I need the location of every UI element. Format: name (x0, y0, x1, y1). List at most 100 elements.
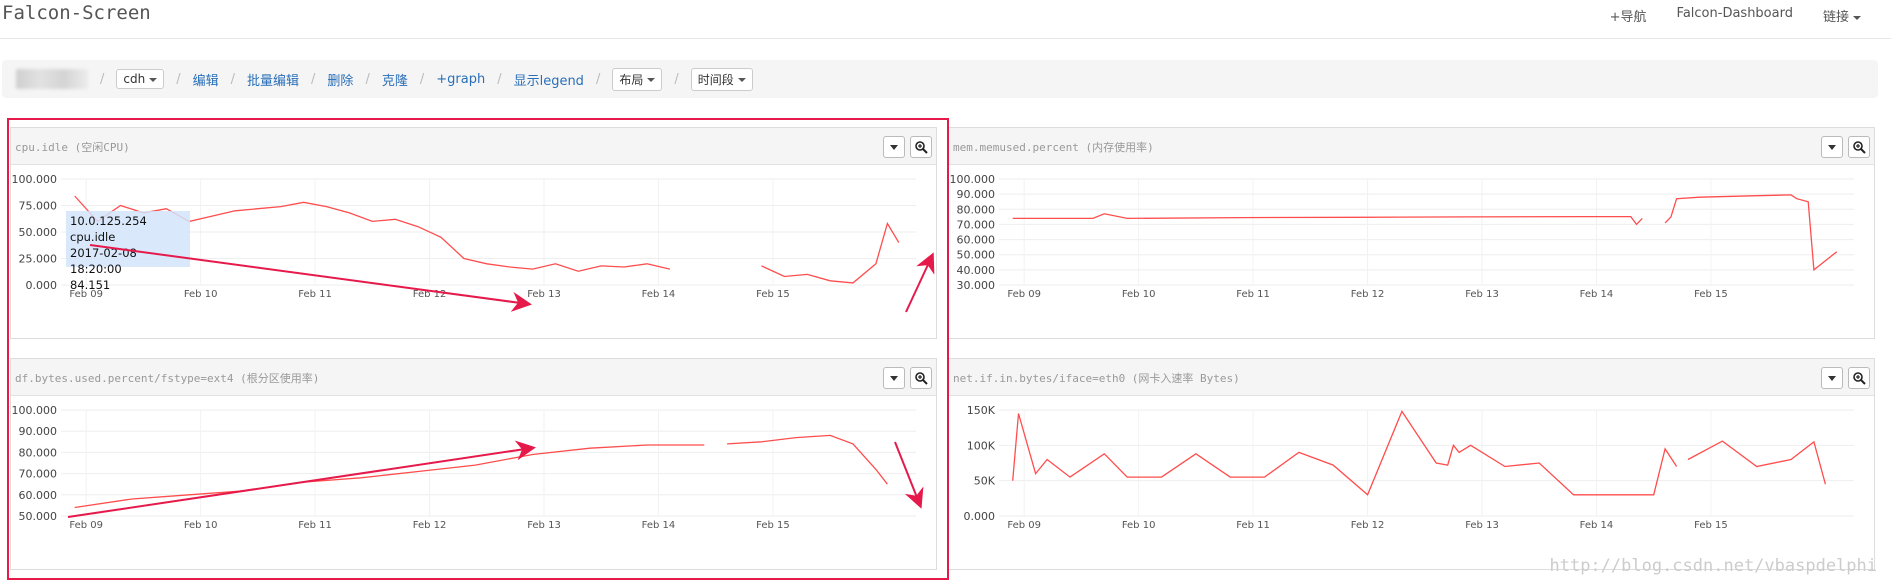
layout-select[interactable]: 布局 (612, 67, 663, 91)
x-tick-label: Feb 13 (1465, 520, 1499, 531)
x-tick-label: Feb 12 (1351, 520, 1385, 531)
disk-used-chart[interactable]: 100.000 90.000 80.000 70.000 60.000 50.000 Feb… (11, 396, 936, 568)
edit-link[interactable]: 编辑 (193, 70, 219, 89)
blurred-screen-name (16, 69, 88, 89)
y-tick-label: 0.000 (26, 279, 58, 292)
y-tick-label: 90.000 (19, 425, 58, 438)
x-tick-label: Feb 11 (1236, 520, 1270, 531)
x-tick-label: Feb 11 (298, 289, 332, 300)
x-tick-label: Feb 13 (527, 520, 561, 531)
chevron-down-icon (1828, 144, 1836, 150)
chevron-down-icon (647, 78, 656, 82)
separator: / (595, 71, 601, 87)
y-tick-label: 100K (967, 439, 996, 452)
x-tick-label: Feb 12 (413, 289, 447, 300)
tooltip-time: 2017-02-08 18:20:00 (70, 246, 137, 276)
panel-menu-button[interactable] (1821, 367, 1843, 389)
x-tick-label: Feb 10 (1122, 520, 1156, 531)
x-tick-label: Feb 10 (184, 289, 218, 300)
panel-title: net.if.in.bytes/iface=eth0 (网卡入速率 Bytes) (953, 372, 1240, 385)
y-tick-label: 80.000 (957, 203, 996, 216)
series-line (74, 195, 900, 284)
chevron-down-icon (890, 375, 898, 381)
x-tick-label: Feb 14 (642, 520, 676, 531)
panel-title: df.bytes.used.percent/fstype=ext4 (根分区使用… (15, 372, 320, 385)
y-tick-label: 100.000 (950, 173, 996, 186)
chevron-down-icon (1853, 15, 1861, 20)
y-tick-label: 50.000 (19, 226, 58, 239)
graph-panel-disk-used: df.bytes.used.percent/fstype=ext4 (根分区使用… (10, 358, 937, 570)
mem-used-chart[interactable]: 100.000 90.000 80.000 70.000 60.000 50.000 40.… (949, 165, 1874, 337)
x-tick-label: Feb 15 (1694, 289, 1728, 300)
y-tick-label: 70.000 (957, 218, 996, 231)
separator: / (230, 71, 236, 87)
y-tick-label: 50K (974, 475, 996, 488)
watermark: http://blog.csdn.net/vbaspdelphi (1549, 556, 1877, 576)
panel-header: cpu.idle (空闲CPU) (11, 128, 936, 165)
x-tick-label: Feb 12 (1351, 289, 1385, 300)
x-tick-label: Feb 14 (642, 289, 676, 300)
add-graph-link[interactable]: +graph (436, 72, 485, 87)
graph-panel-net-in: net.if.in.bytes/iface=eth0 (网卡入速率 Bytes)… (948, 358, 1875, 570)
navbar-links: +导航 Falcon-Dashboard 链接 (1610, 6, 1861, 25)
x-tick-label: Feb 09 (1007, 289, 1041, 300)
x-tick-label: Feb 15 (756, 289, 790, 300)
x-tick-label: Feb 11 (298, 520, 332, 531)
zoom-button[interactable] (910, 136, 932, 158)
separator: / (365, 71, 370, 87)
panel-header: net.if.in.bytes/iface=eth0 (网卡入速率 Bytes) (949, 359, 1874, 396)
zoom-button[interactable] (1848, 367, 1870, 389)
x-tick-label: Feb 13 (1465, 289, 1499, 300)
brand-logo[interactable]: Falcon-Screen (2, 2, 151, 24)
separator: / (497, 71, 502, 87)
batch-edit-link[interactable]: 批量编辑 (247, 70, 299, 89)
period-select[interactable]: 时间段 (690, 67, 753, 91)
x-tick-label: Feb 12 (413, 520, 447, 531)
y-tick-label: 0.000 (964, 510, 996, 523)
nav-link-guide[interactable]: +导航 (1610, 6, 1647, 25)
y-tick-label: 50.000 (957, 249, 996, 262)
panel-menu-button[interactable] (883, 367, 905, 389)
nav-link-links-dropdown[interactable]: 链接 (1823, 6, 1861, 25)
y-tick-label: 100.000 (12, 404, 58, 417)
separator: / (176, 71, 181, 87)
y-tick-label: 75.000 (19, 200, 58, 213)
screen-toolbar: / cdh / 编辑 / 批量编辑 / 删除 / 克隆 / +graph / 显… (2, 60, 1878, 98)
zoom-button[interactable] (910, 367, 932, 389)
x-tick-label: Feb 14 (1580, 289, 1614, 300)
zoom-button[interactable] (1848, 136, 1870, 158)
panel-menu-button[interactable] (1821, 136, 1843, 158)
cluster-select[interactable]: cdh (116, 69, 165, 89)
nav-link-links-label: 链接 (1822, 10, 1849, 25)
x-tick-label: Feb 11 (1236, 289, 1270, 300)
y-tick-label: 60.000 (19, 489, 58, 502)
panel-title: mem.memused.percent (内存使用率) (953, 141, 1154, 154)
delete-link[interactable]: 删除 (327, 70, 353, 89)
clone-link[interactable]: 克隆 (382, 70, 408, 89)
chevron-down-icon (149, 77, 158, 82)
panel-header: df.bytes.used.percent/fstype=ext4 (根分区使用… (11, 359, 936, 396)
y-tick-label: 90.000 (957, 188, 996, 201)
x-tick-label: Feb 09 (1007, 520, 1041, 531)
panel-title: cpu.idle (空闲CPU) (15, 141, 130, 154)
y-tick-label: 80.000 (19, 446, 58, 459)
zoom-in-icon (1853, 372, 1866, 385)
y-tick-label: 60.000 (957, 234, 996, 247)
x-tick-label: Feb 15 (756, 520, 790, 531)
chevron-down-icon (737, 78, 746, 82)
chevron-down-icon (1828, 375, 1836, 381)
y-tick-label: 25.000 (19, 253, 58, 266)
nav-link-dashboard[interactable]: Falcon-Dashboard (1677, 6, 1793, 25)
y-tick-label: 150K (967, 404, 996, 417)
x-tick-label: Feb 13 (527, 289, 561, 300)
net-in-chart[interactable]: 150K 100K 50K 0.000 Feb 09 Feb 10 Feb 11 Feb 12… (949, 396, 1874, 568)
x-tick-label: Feb 10 (184, 520, 218, 531)
show-legend-link[interactable]: 显示legend (514, 70, 584, 89)
y-tick-label: 40.000 (957, 264, 996, 277)
series-line (1012, 410, 1827, 496)
x-tick-label: Feb 10 (1122, 289, 1156, 300)
layout-select-label: 布局 (619, 72, 644, 87)
chevron-down-icon (890, 144, 898, 150)
panel-menu-button[interactable] (883, 136, 905, 158)
chart-tooltip: 10.0.125.254 cpu.idle 2017-02-08 18:20:0… (66, 211, 190, 292)
